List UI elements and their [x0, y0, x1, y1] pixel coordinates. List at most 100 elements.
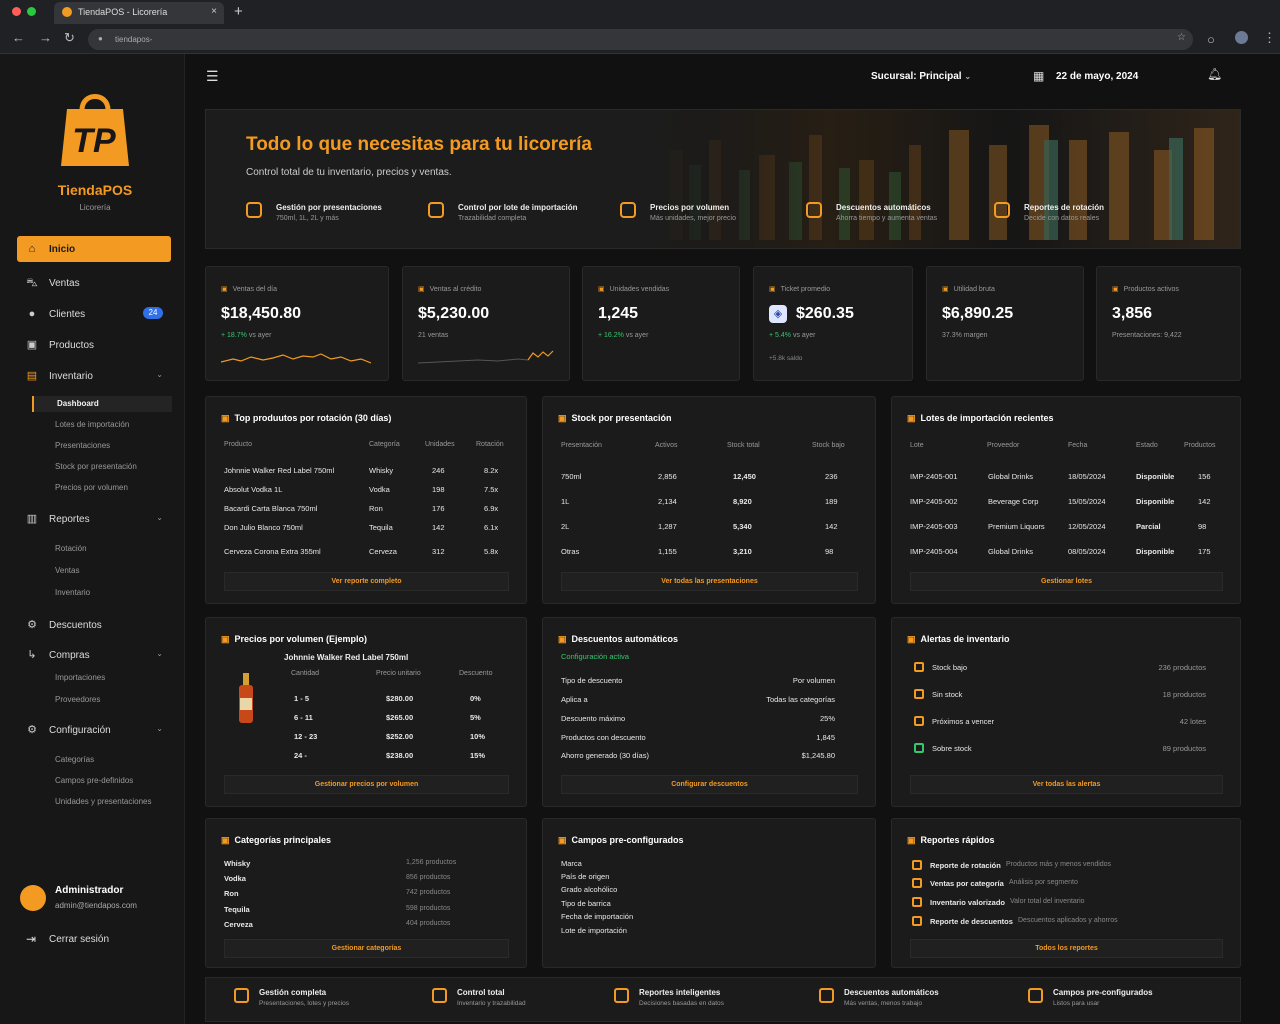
subnav-dashboard[interactable]: Dashboard — [32, 396, 172, 412]
column-header: Productos — [1184, 442, 1216, 449]
report-link[interactable]: Ventas por categoría — [930, 879, 1004, 888]
field-item: Lote de importación — [561, 926, 627, 935]
back-icon[interactable]: ← — [12, 30, 25, 45]
footer-feature-title: Gestión completa — [259, 988, 327, 997]
nav-compras[interactable]: ↳ Compras ⌄ — [17, 642, 171, 668]
view-presentations-button[interactable]: Ver todas las presentaciones — [561, 572, 858, 591]
subnav-unidades[interactable]: Unidades y presentaciones — [55, 797, 152, 806]
logout-link[interactable]: Cerrar sesión — [49, 934, 109, 945]
kpi-value: 1,245 — [598, 305, 639, 322]
column-header: Lote — [910, 442, 924, 449]
report-link[interactable]: Reporte de descuentos — [930, 917, 1013, 926]
panel-title: Top produutos por rotación (30 días) — [221, 413, 392, 424]
nav-reportes[interactable]: ▥ Reportes ⌄ — [17, 506, 171, 532]
table-cell: 142 — [432, 523, 445, 532]
table-cell: IMP-2405-003 — [910, 522, 958, 531]
field-item: País de origen — [561, 872, 610, 881]
user-avatar[interactable] — [20, 885, 46, 911]
date-display[interactable]: 22 de mayo, 2024 — [1056, 71, 1138, 82]
reload-icon[interactable]: ↻ — [64, 30, 75, 46]
column-header: Presentación — [561, 442, 602, 449]
table-cell: 6 - 11 — [294, 713, 313, 722]
report-description: Valor total del inventario — [1010, 898, 1085, 905]
logout-icon: ⇥ — [26, 932, 37, 946]
chart-icon — [614, 988, 629, 1003]
table-cell: 750ml — [561, 472, 582, 481]
subnav-categorias[interactable]: Categorías — [55, 755, 94, 764]
subnav-ventas[interactable]: Ventas — [55, 566, 79, 575]
subnav-campos[interactable]: Campos pre-definidos — [55, 776, 133, 785]
table-cell: 236 productos — [1158, 663, 1206, 672]
report-link[interactable]: Inventario valorizado — [930, 898, 1005, 907]
table-cell: 2,134 — [658, 497, 677, 506]
brand-subtitle: Licorería — [79, 203, 111, 212]
hamburger-menu-icon[interactable]: ☰ — [206, 68, 219, 85]
subnav-inventario[interactable]: Inventario — [55, 588, 90, 597]
nav-inventario[interactable]: ▤ Inventario ⌄ — [17, 363, 171, 389]
table-cell: Sin stock — [932, 690, 963, 699]
report-icon — [912, 916, 922, 926]
table-cell: Descuento máximo — [561, 714, 626, 723]
table-cell: 98 — [825, 547, 834, 556]
table-cell: 15/05/2024 — [1068, 497, 1106, 506]
tab-close-icon[interactable]: × — [211, 6, 217, 17]
fields-button[interactable] — [561, 945, 858, 964]
new-tab-button[interactable]: + — [234, 3, 243, 20]
close-window-button[interactable] — [12, 7, 21, 16]
nav-descuentos[interactable]: ⚙ Descuentos — [17, 612, 171, 638]
nav-label: Clientes — [49, 309, 86, 320]
kpi-note: 21 ventas — [418, 332, 449, 339]
profile-avatar[interactable] — [1235, 31, 1248, 44]
table-cell: IMP-2405-002 — [910, 497, 958, 506]
panel-lotes: Lotes de importación recientes Lote Prov… — [891, 396, 1241, 604]
kpi-label: Productos activos — [1112, 285, 1179, 293]
main-content: ☰ Sucursal: Principal ⌄ ▦ 22 de mayo, 20… — [185, 54, 1280, 1024]
nav-ventas[interactable]: ⛍ Ventas — [17, 270, 171, 296]
table-cell: $265.00 — [386, 713, 414, 722]
subnav-lotes[interactable]: Lotes de importación — [55, 420, 129, 429]
nav-clientes[interactable]: ● Clientes 24 — [17, 301, 171, 327]
subnav-rotacion[interactable]: Rotación — [55, 544, 87, 553]
panel-stock-presentacion: Stock por presentación Presentación Acti… — [542, 396, 876, 604]
branch-selector[interactable]: Sucursal: Principal ⌄ — [871, 71, 971, 82]
forward-icon[interactable]: → — [39, 30, 52, 45]
browser-tab[interactable]: TiendaPOS - Licorería × — [54, 2, 224, 24]
subnav-proveedores[interactable]: Proveedores — [55, 695, 100, 704]
subnav-precios[interactable]: Precios por volumen — [55, 483, 128, 492]
manage-lots-button[interactable]: Gestionar lotes — [910, 572, 1223, 591]
maximize-window-button[interactable] — [27, 7, 36, 16]
report-icon: ▥ — [26, 513, 38, 525]
subnav-importaciones[interactable]: Importaciones — [55, 673, 105, 682]
extension-icon[interactable]: ○ — [1207, 32, 1215, 47]
notification-bell-icon[interactable]: 🔔︎ — [1207, 67, 1222, 81]
footer-feature-subtitle: Listos para usar — [1053, 1000, 1100, 1007]
report-link[interactable]: Reporte de rotación — [930, 861, 1001, 870]
field-item: Marca — [561, 859, 582, 868]
tab-title: TiendaPOS - Licorería — [78, 7, 168, 17]
table-cell: Disponible — [1136, 497, 1175, 506]
nav-inicio[interactable]: ⌂ Inicio — [17, 236, 171, 262]
nav-productos[interactable]: ▣ Productos — [17, 332, 171, 358]
manage-volume-prices-button[interactable]: Gestionar precios por volumen — [224, 775, 509, 794]
subnav-presentaciones[interactable]: Presentaciones — [55, 441, 110, 450]
all-reports-button[interactable]: Todos los reportes — [910, 939, 1223, 958]
view-report-button[interactable]: Ver reporte completo — [224, 572, 509, 591]
browser-menu-icon[interactable]: ⋮ — [1263, 30, 1276, 46]
hero-subtitle: Control total de tu inventario, precios … — [246, 167, 452, 178]
table-cell: $280.00 — [386, 694, 414, 703]
bookmark-star-icon[interactable]: ☆ — [1177, 32, 1186, 43]
table-cell: 856 productos — [406, 874, 451, 881]
gear-icon: ⚙ — [27, 724, 37, 736]
subnav-stock[interactable]: Stock por presentación — [55, 462, 137, 471]
feature-title: Descuentos automáticos — [836, 203, 931, 212]
configure-discounts-button[interactable]: Configurar descuentos — [561, 775, 858, 794]
nav-configuracion[interactable]: ⚙ Configuración ⌄ — [17, 717, 171, 743]
nav-label: Reportes — [49, 514, 90, 525]
view-alerts-button[interactable]: Ver todas las alertas — [910, 775, 1223, 794]
address-bar[interactable]: ● tiendapos- ☆ — [88, 29, 1193, 50]
table-cell: Aplica a — [561, 695, 588, 704]
kpi-label: Utilidad bruta — [942, 285, 995, 293]
table-cell: $238.00 — [386, 751, 414, 760]
manage-categories-button[interactable]: Gestionar categorías — [224, 939, 509, 958]
column-header: Proveedor — [987, 442, 1020, 449]
